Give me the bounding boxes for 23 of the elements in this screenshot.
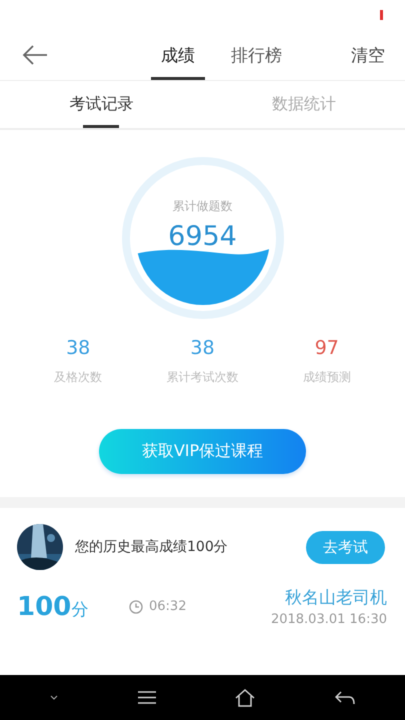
stat-label: 及格次数 xyxy=(54,369,102,386)
stat-value: 38 xyxy=(66,337,90,359)
score: 100分 xyxy=(17,592,90,622)
chevron-down-icon[interactable] xyxy=(50,695,58,700)
back-arrow-icon xyxy=(22,45,48,65)
stat-value: 97 xyxy=(314,337,339,359)
clear-button[interactable]: 清空 xyxy=(351,44,385,66)
menu-icon[interactable] xyxy=(138,691,156,704)
duration: 06:32 xyxy=(149,599,186,614)
home-icon[interactable] xyxy=(235,688,256,706)
best-score-text: 您的历史最高成绩100分 xyxy=(75,538,229,556)
battery-icon xyxy=(380,10,383,20)
stat-label: 成绩预测 xyxy=(302,369,351,386)
record-date: 2018.03.01 16:30 xyxy=(270,612,387,627)
gauge-caption: 累计做题数 xyxy=(172,198,232,215)
avatar xyxy=(17,524,63,570)
stat-value: 38 xyxy=(190,337,215,359)
back-icon[interactable] xyxy=(335,690,356,704)
stat-label: 累计考试次数 xyxy=(166,369,238,386)
clock-icon xyxy=(129,600,143,614)
total-count: 6954 xyxy=(168,221,237,252)
record-title: 秋名山老司机 xyxy=(285,587,387,609)
tab[interactable]: 排行榜 xyxy=(221,30,292,80)
